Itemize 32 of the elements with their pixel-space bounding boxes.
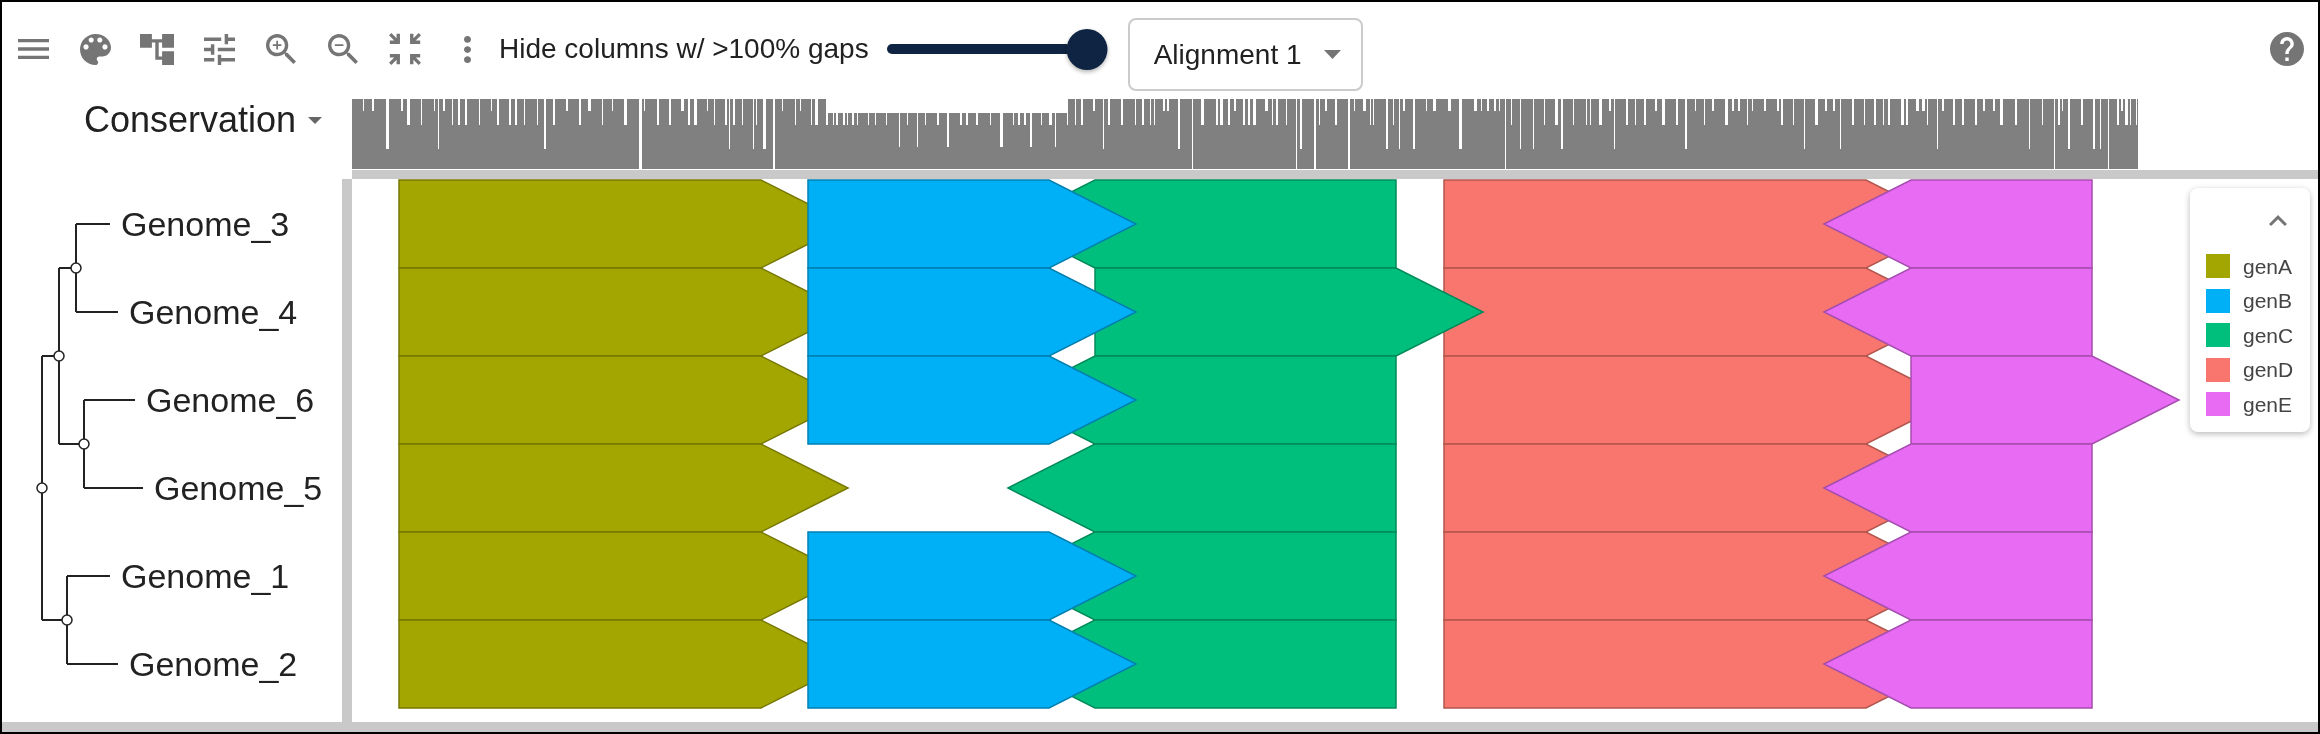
genome-label: Genome_1 xyxy=(121,557,290,595)
sliders-icon xyxy=(203,33,235,65)
menu-icon xyxy=(17,39,49,59)
legend-label: genC xyxy=(2243,324,2294,346)
legend-label: genA xyxy=(2243,255,2293,277)
tree-node-icon xyxy=(53,350,65,362)
slider-label: Hide columns w/ >100% gaps xyxy=(499,35,869,63)
palette-icon xyxy=(79,33,111,65)
alignment-select[interactable]: Alignment 1 xyxy=(1127,18,1363,91)
more-vertical-icon xyxy=(463,35,471,63)
slider-thumb[interactable] xyxy=(1066,28,1108,70)
tree-node-icon xyxy=(36,482,48,494)
genome-label: Genome_6 xyxy=(146,381,315,419)
legend-label: genB xyxy=(2243,290,2293,312)
zoom-out-icon xyxy=(328,34,358,64)
zoom-in-icon xyxy=(266,34,296,64)
help-icon xyxy=(2270,32,2304,66)
legend-label: genD xyxy=(2243,359,2294,381)
tree-node-icon xyxy=(70,262,82,274)
track-type-select[interactable]: Conservation xyxy=(84,98,323,142)
hierarchy-icon xyxy=(140,33,174,65)
inward-arrows-icon xyxy=(389,33,421,65)
caret-icon xyxy=(308,116,323,124)
genome-label: Genome_2 xyxy=(129,645,298,683)
slider-track[interactable] xyxy=(886,44,1067,54)
genome-label: Genome_4 xyxy=(129,293,298,331)
tree-node-icon xyxy=(61,614,73,626)
legend-label: genE xyxy=(2243,393,2293,415)
tree-node-icon xyxy=(78,438,90,450)
genome-label: Genome_5 xyxy=(154,469,323,507)
caret-icon xyxy=(1323,50,1341,59)
genome-label: Genome_3 xyxy=(121,205,290,243)
